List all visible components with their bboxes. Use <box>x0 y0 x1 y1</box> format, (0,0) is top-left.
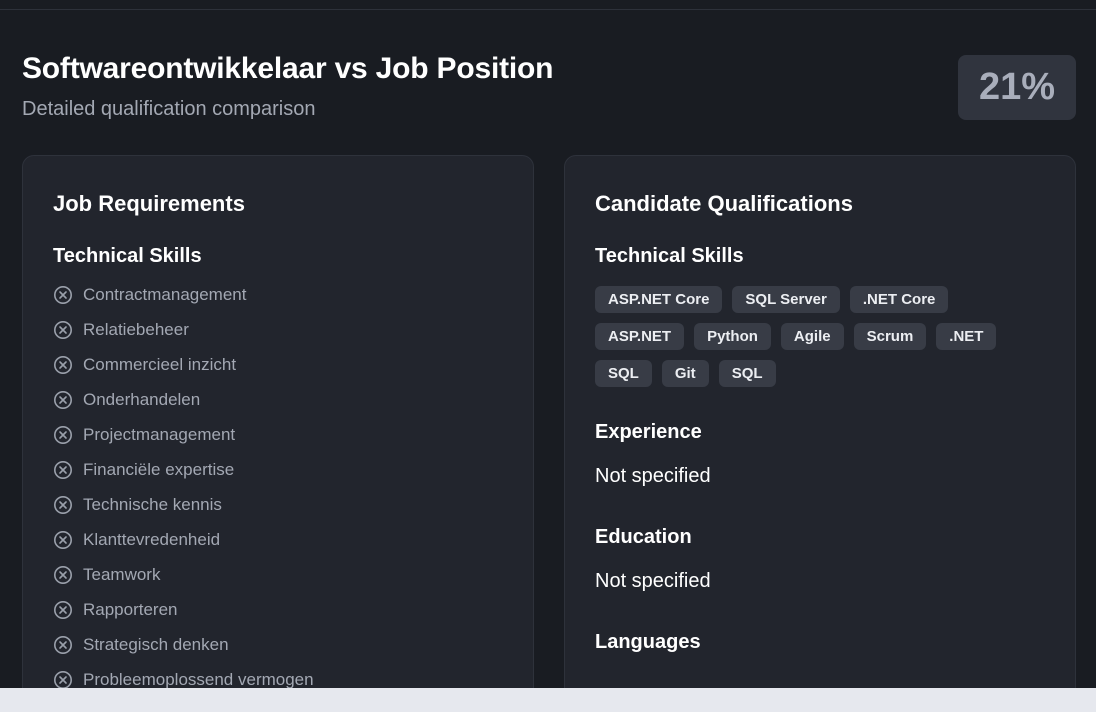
requirement-label: Financiële expertise <box>83 459 235 479</box>
requirement-label: Relatiebeheer <box>83 319 189 339</box>
skill-tag: ASP.NET <box>595 323 685 350</box>
candidate-technical-skills-title: Technical Skills <box>595 245 744 267</box>
requirement-item: Probleemoplossend vermogen <box>53 662 314 688</box>
languages-title: Languages <box>595 631 701 653</box>
requirement-item: Technische kennis <box>53 487 314 522</box>
requirement-list: Contractmanagement Relatiebeheer Commercie… <box>53 285 314 688</box>
skill-tag-row: ASP.NET Core SQL Server .NET Core <box>595 286 1035 313</box>
skill-tag: .NET <box>936 323 997 350</box>
x-circle-icon <box>54 565 72 584</box>
x-circle-icon <box>54 670 72 688</box>
x-circle-icon <box>54 425 72 444</box>
x-circle-icon <box>54 600 72 619</box>
candidate-qualifications-title: Candidate Qualifications <box>595 191 853 216</box>
candidate-qualifications-panel: Candidate Qualifications Technical Skill… <box>564 155 1076 688</box>
requirement-label: Technische kennis <box>83 494 222 514</box>
page-title: Softwareontwikkelaar vs Job Position <box>22 52 554 85</box>
job-requirements-title: Job Requirements <box>53 191 245 216</box>
x-circle-icon <box>54 530 72 549</box>
requirement-label: Strategisch denken <box>83 634 229 654</box>
window-bottom-strip <box>0 688 1096 712</box>
x-circle-icon <box>54 635 72 654</box>
experience-value: Not specified <box>595 465 711 487</box>
requirement-item: Contractmanagement <box>53 277 314 312</box>
requirement-label: Commercieel inzicht <box>83 354 237 374</box>
education-value: Not specified <box>595 570 711 592</box>
skill-tag-row: ASP.NET Python Agile Scrum .NET <box>595 323 1035 350</box>
requirement-label: Onderhandelen <box>83 389 201 409</box>
skill-tag: .NET Core <box>849 286 949 313</box>
skill-tag: Agile <box>780 323 844 350</box>
skill-tag: Git <box>661 360 709 387</box>
x-circle-icon <box>54 390 72 409</box>
requirement-item: Commercieel inzicht <box>53 347 314 382</box>
requirement-item: Projectmanagement <box>53 417 314 452</box>
job-technical-skills-title: Technical Skills <box>53 245 202 267</box>
comparison-view: Softwareontwikkelaar vs Job Position Det… <box>0 0 1096 688</box>
requirement-label: Projectmanagement <box>83 424 236 444</box>
job-requirements-panel: Job Requirements Technical Skills Contra… <box>22 155 534 688</box>
experience-title: Experience <box>595 421 702 443</box>
requirement-label: Rapporteren <box>83 599 178 619</box>
x-circle-icon <box>54 460 72 479</box>
requirement-item: Teamwork <box>53 557 314 592</box>
requirement-item: Relatiebeheer <box>53 312 314 347</box>
requirement-label: Probleemoplossend vermogen <box>83 669 314 689</box>
requirement-item: Strategisch denken <box>53 627 314 662</box>
page-subtitle: Detailed qualification comparison <box>22 98 316 120</box>
skill-tag: Scrum <box>853 323 927 350</box>
x-circle-icon <box>54 320 72 339</box>
requirement-item: Financiële expertise <box>53 452 314 487</box>
skill-tag: Python <box>694 323 771 350</box>
skill-tag: SQL <box>718 360 776 387</box>
skill-tag-row: SQL Git SQL <box>595 360 1035 387</box>
requirement-label: Klanttevredenheid <box>83 529 221 549</box>
requirement-label: Teamwork <box>83 564 161 584</box>
x-circle-icon <box>54 495 72 514</box>
requirement-label: Contractmanagement <box>83 284 247 304</box>
requirement-item: Klanttevredenheid <box>53 522 314 557</box>
x-circle-icon <box>54 355 72 374</box>
skill-tag: SQL <box>595 360 652 387</box>
requirement-item: Onderhandelen <box>53 382 314 417</box>
skill-tag: ASP.NET Core <box>595 286 723 313</box>
x-circle-icon <box>54 285 72 304</box>
skill-tags: ASP.NET Core SQL Server .NET Core ASP.NET Py… <box>595 286 1035 397</box>
requirement-item: Rapporteren <box>53 592 314 627</box>
top-divider <box>0 9 1096 10</box>
skill-tag: SQL Server <box>732 286 840 313</box>
match-score-badge: 21% <box>958 55 1076 120</box>
education-title: Education <box>595 526 692 548</box>
